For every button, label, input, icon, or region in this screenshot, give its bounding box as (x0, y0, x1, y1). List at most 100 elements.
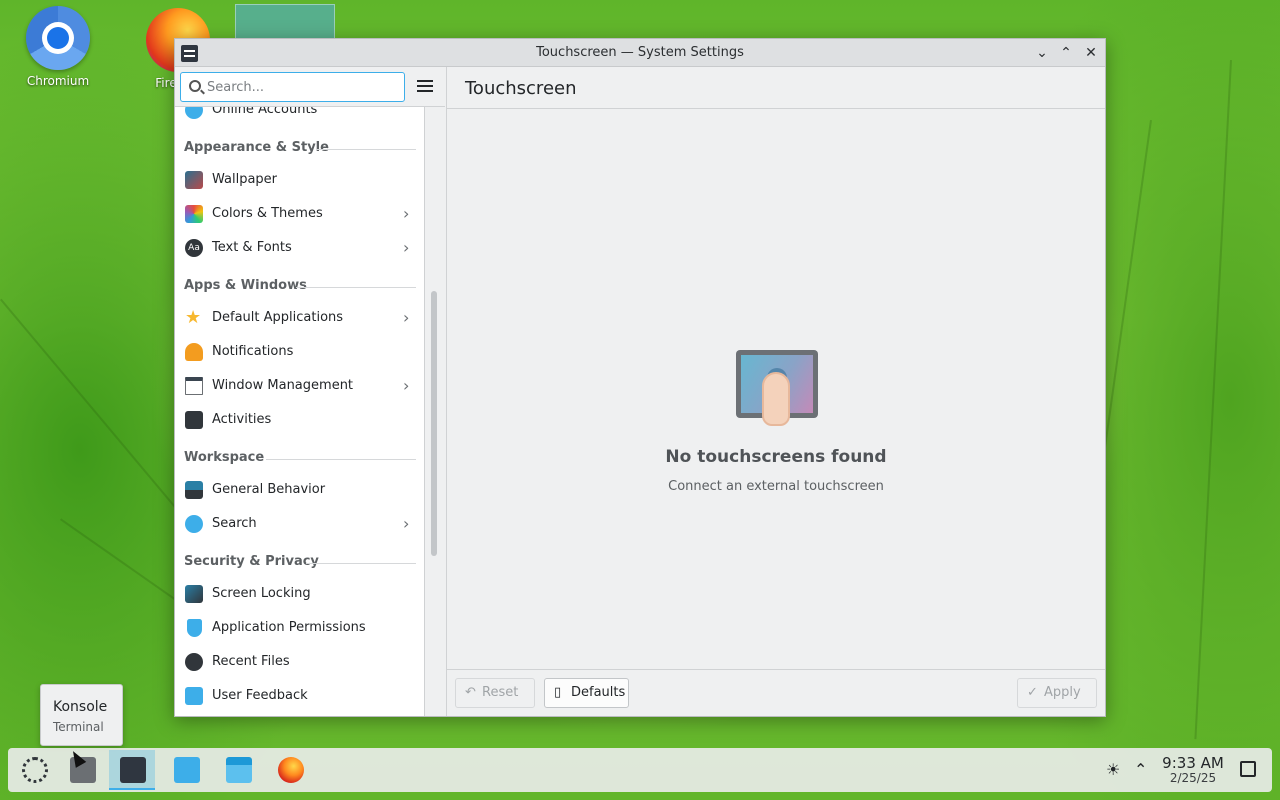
tooltip-title: Konsole (53, 699, 108, 715)
content-area: Touchscreen No touchscreens found Connec… (446, 67, 1105, 716)
page-title: Touchscreen (465, 78, 577, 99)
chevron-up-icon[interactable]: ⌃ (1134, 760, 1147, 779)
close-button[interactable]: ✕ (1081, 43, 1101, 63)
star-icon: ★ (185, 307, 202, 328)
app-launcher-button[interactable] (11, 750, 57, 790)
shield-icon (187, 619, 202, 637)
colors-themes-icon (185, 205, 203, 223)
sidebar-item-label: General Behavior (212, 482, 326, 497)
window-title: Touchscreen — System Settings (536, 45, 744, 60)
brightness-icon[interactable]: ☀ (1106, 760, 1120, 779)
general-behavior-icon (185, 481, 203, 499)
search-icon (185, 515, 203, 533)
sidebar-item-general-behavior[interactable]: General Behavior (175, 473, 425, 507)
clock-date: 2/25/25 (1169, 771, 1217, 785)
sidebar-item-activities[interactable]: Activities (175, 403, 425, 437)
sidebar-item-application-permissions[interactable]: Application Permissions (175, 611, 425, 645)
konsole-tooltip: Konsole Terminal (40, 684, 123, 746)
sidebar-item-notifications[interactable]: Notifications (175, 335, 425, 369)
discover-icon (174, 757, 200, 783)
chevron-right-icon: › (403, 514, 410, 533)
clock-time: 9:33 AM (1162, 754, 1224, 772)
empty-state-title: No touchscreens found (665, 447, 887, 467)
hamburger-menu-icon[interactable] (415, 77, 435, 97)
checkmark-icon: ✓ (1027, 685, 1038, 700)
content-header: Touchscreen (447, 67, 1105, 109)
sidebar-item-text-fonts[interactable]: Aa Text & Fonts › (175, 231, 425, 265)
sidebar-item-label: Text & Fonts (212, 240, 292, 255)
text-fonts-icon: Aa (185, 239, 203, 257)
reset-button[interactable]: ↶ Reset (455, 678, 535, 708)
app-launcher-icon (22, 757, 48, 783)
section-heading: Appearance & Style (184, 140, 416, 160)
taskbar-system-settings[interactable] (109, 750, 155, 790)
sidebar-item-colors-themes[interactable]: Colors & Themes › (175, 197, 425, 231)
system-settings-window: Touchscreen — System Settings ⌄ ⌃ ✕ Onli… (174, 38, 1106, 717)
defaults-button[interactable]: ▯ Defaults (544, 678, 629, 708)
section-heading: Security & Privacy (184, 554, 416, 574)
search-row (175, 67, 445, 107)
wallpaper-icon (185, 171, 203, 189)
show-desktop-icon[interactable] (1240, 761, 1256, 777)
bell-icon (185, 343, 203, 361)
sidebar-item-search[interactable]: Search › (175, 507, 425, 541)
empty-state-subtitle: Connect an external touchscreen (668, 479, 884, 494)
sidebar-scrollbar[interactable] (431, 291, 437, 556)
sidebar-item-label: Application Permissions (212, 620, 366, 635)
window-icon (185, 377, 203, 395)
chevron-right-icon: › (403, 376, 410, 395)
search-field[interactable] (180, 72, 405, 102)
sidebar-item-online-accounts[interactable]: Online Accounts (175, 107, 425, 127)
desktop-icon-label: Chromium (26, 74, 90, 88)
sidebar-item-label: Wallpaper (212, 172, 278, 187)
sidebar-item-window-management[interactable]: Window Management › (175, 369, 425, 403)
sidebar-item-label: Search (212, 516, 257, 531)
online-accounts-icon (185, 107, 203, 119)
sidebar-item-label: Recent Files (212, 654, 290, 669)
apply-button[interactable]: ✓ Apply (1017, 678, 1097, 708)
minimize-button[interactable]: ⌄ (1032, 43, 1052, 63)
sidebar-item-label: Notifications (212, 344, 294, 359)
sidebar: Online Accounts Appearance & Style Wallp… (175, 67, 445, 716)
feedback-icon (185, 687, 203, 705)
sidebar-nav: Online Accounts Appearance & Style Wallp… (175, 107, 425, 716)
screen-lock-icon (185, 585, 203, 603)
sidebar-item-label: Colors & Themes (212, 206, 323, 221)
dolphin-icon (226, 757, 252, 783)
sidebar-item-label: Window Management (212, 378, 354, 393)
system-settings-icon (120, 757, 146, 783)
taskbar-dolphin[interactable] (215, 750, 261, 790)
undo-icon: ↶ (465, 685, 476, 700)
firefox-icon (278, 757, 304, 783)
sidebar-item-label: Activities (212, 412, 272, 427)
clock-icon (185, 653, 203, 671)
touchscreen-icon (736, 350, 818, 426)
chromium-icon (26, 6, 90, 70)
sidebar-item-label: Screen Locking (212, 586, 311, 601)
sidebar-item-wallpaper[interactable]: Wallpaper (175, 163, 425, 197)
sidebar-item-user-feedback[interactable]: User Feedback (175, 679, 425, 713)
taskbar: ☀ ⌃ 9:33 AM 2/25/25 (8, 748, 1272, 792)
sidebar-item-label: Default Applications (212, 310, 344, 325)
tooltip-subtitle: Terminal (53, 720, 104, 734)
footer: ↶ Reset ▯ Defaults ✓ Apply (447, 669, 1105, 716)
search-icon (189, 80, 201, 92)
section-heading: Apps & Windows (184, 278, 416, 298)
chevron-right-icon: › (403, 308, 410, 327)
sidebar-item-label: User Feedback (212, 688, 308, 703)
clock[interactable]: 9:33 AM 2/25/25 (1156, 754, 1230, 785)
titlebar[interactable]: Touchscreen — System Settings ⌄ ⌃ ✕ (175, 39, 1105, 67)
document-icon: ▯ (554, 685, 562, 700)
taskbar-firefox[interactable] (267, 750, 313, 790)
search-input[interactable] (207, 77, 397, 97)
activities-icon (185, 411, 203, 429)
sidebar-item-label: Online Accounts (212, 107, 318, 117)
desktop-icon-chromium[interactable]: Chromium (18, 6, 98, 88)
chevron-right-icon: › (403, 238, 410, 257)
taskbar-discover[interactable] (163, 750, 209, 790)
maximize-button[interactable]: ⌃ (1056, 43, 1076, 63)
sidebar-item-recent-files[interactable]: Recent Files (175, 645, 425, 679)
chevron-right-icon: › (403, 204, 410, 223)
sidebar-item-default-applications[interactable]: ★ Default Applications › (175, 301, 425, 335)
sidebar-item-screen-locking[interactable]: Screen Locking (175, 577, 425, 611)
